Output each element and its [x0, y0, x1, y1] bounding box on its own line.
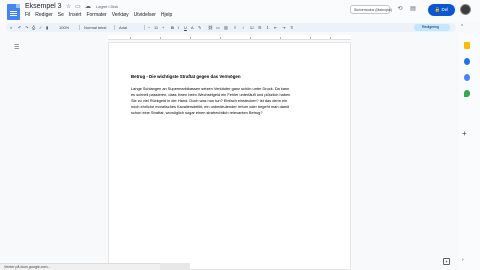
increase-indent-icon[interactable]: ⇥	[282, 24, 285, 31]
browser-status-bar: Venter på docs.google.com...	[0, 263, 160, 270]
line-spacing-icon[interactable]: ↕	[242, 24, 244, 31]
highlight-icon[interactable]: ✎	[198, 24, 201, 31]
ruler-tick	[220, 37, 221, 39]
menu-insert[interactable]: Insert	[69, 12, 82, 18]
comment-icon[interactable]: ▤	[409, 5, 417, 13]
image-icon[interactable]: ▨	[224, 24, 228, 31]
chevron-right-icon[interactable]: ›	[462, 257, 464, 263]
paragraph-line: noch ehrliche moralisches Kavaliersdelik…	[131, 104, 290, 109]
menu-tools[interactable]: Verktøy	[112, 12, 129, 18]
ruler-tick	[160, 37, 161, 39]
search-icon[interactable]: ⌕	[10, 24, 12, 31]
print-icon[interactable]: ⎙	[32, 24, 35, 31]
explore-button[interactable]: ✦	[443, 258, 450, 265]
paragraph-line: es schnell passieren, dass ihnen beim We…	[131, 92, 291, 97]
divider	[114, 25, 115, 30]
menu-format[interactable]: Formater	[86, 12, 106, 18]
add-addon-icon[interactable]: +	[462, 129, 467, 138]
divider	[79, 25, 80, 30]
style-select[interactable]: Normal tekst	[84, 24, 106, 31]
status-bar-tail	[160, 263, 190, 270]
avatar[interactable]	[460, 4, 471, 15]
share-label: Del	[441, 7, 449, 12]
ruler-tick	[310, 37, 311, 39]
decrease-indent-icon[interactable]: ⇤	[274, 24, 277, 31]
docs-logo-icon[interactable]	[7, 4, 20, 20]
cloud-saved-icon[interactable]: ☁	[85, 3, 91, 10]
star-icon[interactable]: ☆	[66, 3, 71, 10]
header: Eksempel 3 ☆ ▭ ☁ Lagret i Disk Fil Redig…	[0, 0, 480, 22]
menu-help[interactable]: Hjelp	[161, 12, 172, 18]
redo-icon[interactable]: ↷	[25, 24, 28, 31]
paragraph-line: Sie zu viel Rückgeld in der Hand. Doch w…	[131, 98, 288, 103]
chevron-up-icon[interactable]: ⌃	[460, 24, 464, 30]
font-size-increase-icon[interactable]: +	[162, 24, 164, 31]
menu-bar: Fil Rediger Se Insert Formater Verktøy U…	[25, 12, 172, 18]
toolbar: ⌕ ↶ ↷ ⎙ ✓ ▮ 100% Normal tekst Arial − 11…	[6, 23, 456, 32]
paragraph-line: schon eine Straftat, womöglich sogar ein…	[131, 110, 263, 115]
edit-mode-select[interactable]: Redigering	[414, 24, 450, 31]
menu-edit[interactable]: Rediger	[35, 12, 53, 18]
save-status: Lagret i Disk	[96, 4, 119, 9]
document-outline-icon[interactable]: ☰	[14, 45, 20, 51]
text-color-icon[interactable]: A	[191, 24, 194, 31]
spellcheck-icon[interactable]: ✓	[39, 24, 42, 31]
docs-app: Eksempel 3 ☆ ▭ ☁ Lagret i Disk Fil Redig…	[0, 0, 480, 270]
ruler-tick	[190, 37, 191, 39]
undo-icon[interactable]: ↶	[18, 24, 21, 31]
ruler	[108, 35, 351, 40]
mode-select[interactable]: Skrivemodus (Makropai)	[350, 5, 392, 14]
font-size-input[interactable]: 11	[154, 24, 158, 31]
edit-mode-label: Redigering	[422, 25, 439, 29]
history-icon[interactable]: ⟲	[396, 5, 404, 13]
menu-extensions[interactable]: Utvidelser	[134, 12, 156, 18]
divider	[144, 25, 145, 30]
zoom-select[interactable]: 100%	[59, 24, 69, 31]
folder-icon[interactable]: ▭	[75, 3, 81, 10]
ruler-tick	[280, 37, 281, 39]
tasks-icon[interactable]	[464, 58, 470, 65]
paint-format-icon[interactable]: ▮	[46, 24, 48, 31]
checklist-icon[interactable]: ☑	[250, 24, 254, 31]
document-heading: Betrug - Die wichtigste Straftat gegen d…	[131, 74, 241, 79]
ruler-tick	[130, 37, 131, 39]
contacts-icon[interactable]	[464, 74, 470, 81]
link-icon[interactable]: ⛓	[208, 24, 213, 31]
underline-icon[interactable]: U	[184, 24, 187, 31]
share-button[interactable]: 🔒 Del	[428, 4, 455, 16]
font-size-decrease-icon[interactable]: −	[148, 24, 150, 31]
bulleted-list-icon[interactable]: ☰	[258, 24, 262, 31]
ruler-tick	[250, 37, 251, 39]
menu-view[interactable]: Se	[58, 12, 64, 18]
ruler-tick	[330, 37, 331, 39]
menu-file[interactable]: Fil	[25, 12, 30, 18]
align-icon[interactable]: ≡	[234, 24, 236, 31]
bold-icon[interactable]: B	[171, 24, 174, 31]
clear-format-icon[interactable]: T̸	[290, 24, 292, 31]
document-page[interactable]: Betrug - Die wichtigste Straftat gegen d…	[108, 42, 351, 270]
font-select[interactable]: Arial	[119, 24, 127, 31]
italic-icon[interactable]: I	[178, 24, 179, 31]
add-comment-icon[interactable]: ▭	[216, 24, 220, 31]
maps-icon[interactable]	[464, 90, 470, 97]
numbered-list-icon[interactable]: ⒈	[266, 24, 270, 31]
paragraph-line: Lange Schlangen an Supermarktkassen setz…	[131, 86, 290, 91]
side-panel	[459, 33, 480, 270]
keep-icon[interactable]	[464, 42, 470, 49]
document-title[interactable]: Eksempel 3	[25, 3, 62, 10]
